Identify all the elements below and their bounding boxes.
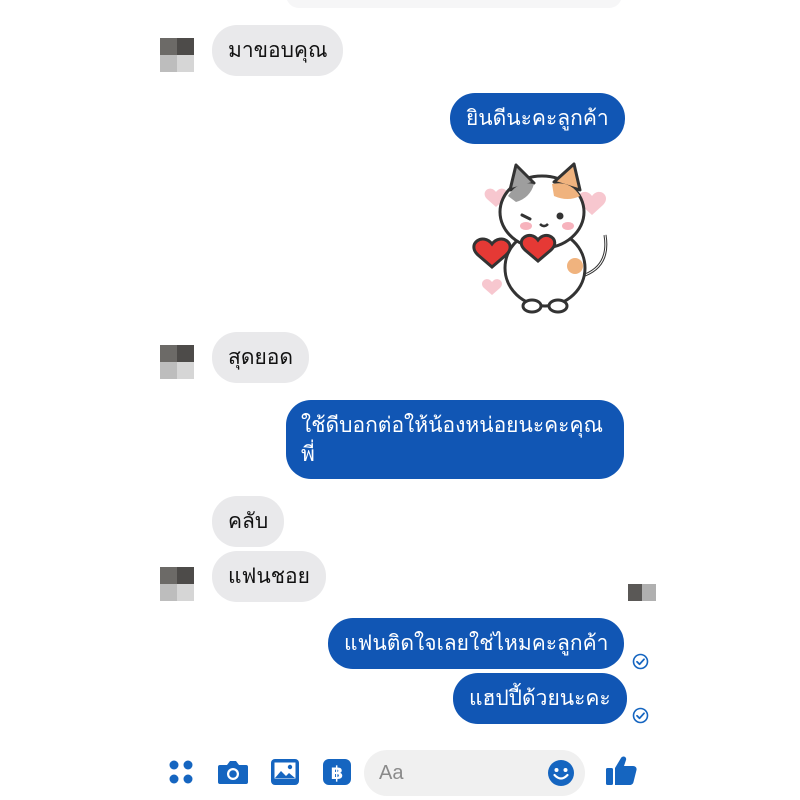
seen-avatar [628, 584, 656, 601]
camera-icon[interactable] [217, 758, 249, 791]
contact-avatar[interactable] [160, 567, 194, 601]
image-icon[interactable] [270, 758, 300, 791]
sent-check-icon [632, 707, 649, 724]
like-thumb-icon[interactable] [604, 754, 638, 793]
message-outgoing[interactable]: แฮปปี้ด้วยนะคะ [453, 673, 627, 724]
menu-dots-icon[interactable] [167, 758, 195, 791]
emoji-icon[interactable] [547, 759, 575, 792]
message-incoming[interactable]: สุดยอด [212, 332, 310, 383]
message-incoming[interactable]: แฟนชอย [212, 551, 326, 602]
message-input-placeholder: Aa [379, 762, 404, 784]
svg-text:฿: ฿ [331, 763, 344, 784]
payment-icon[interactable]: ฿ [322, 758, 352, 791]
message-input[interactable]: Aa [364, 750, 585, 796]
composer-toolbar: ฿ Aa [0, 740, 800, 800]
message-line: ใช้ดีบอกต่อให้น้องหน่อยนะคะคุณ [301, 413, 603, 437]
message-incoming[interactable]: คลับ [212, 496, 285, 547]
cat-with-hearts-sticker[interactable] [470, 160, 620, 315]
message-outgoing[interactable]: แฟนติดใจเลยใช่ไหมคะลูกค้า [328, 618, 625, 669]
previous-message-edge [286, 0, 622, 8]
message-line: พี่ [301, 442, 315, 466]
contact-avatar[interactable] [160, 345, 194, 379]
message-outgoing[interactable]: ใช้ดีบอกต่อให้น้องหน่อยนะคะคุณ พี่ [286, 400, 624, 479]
contact-avatar[interactable] [160, 38, 194, 72]
sent-check-icon [632, 653, 649, 670]
message-incoming[interactable]: มาขอบคุณ [212, 25, 344, 76]
message-outgoing[interactable]: ยินดีนะคะลูกค้า [450, 93, 625, 144]
